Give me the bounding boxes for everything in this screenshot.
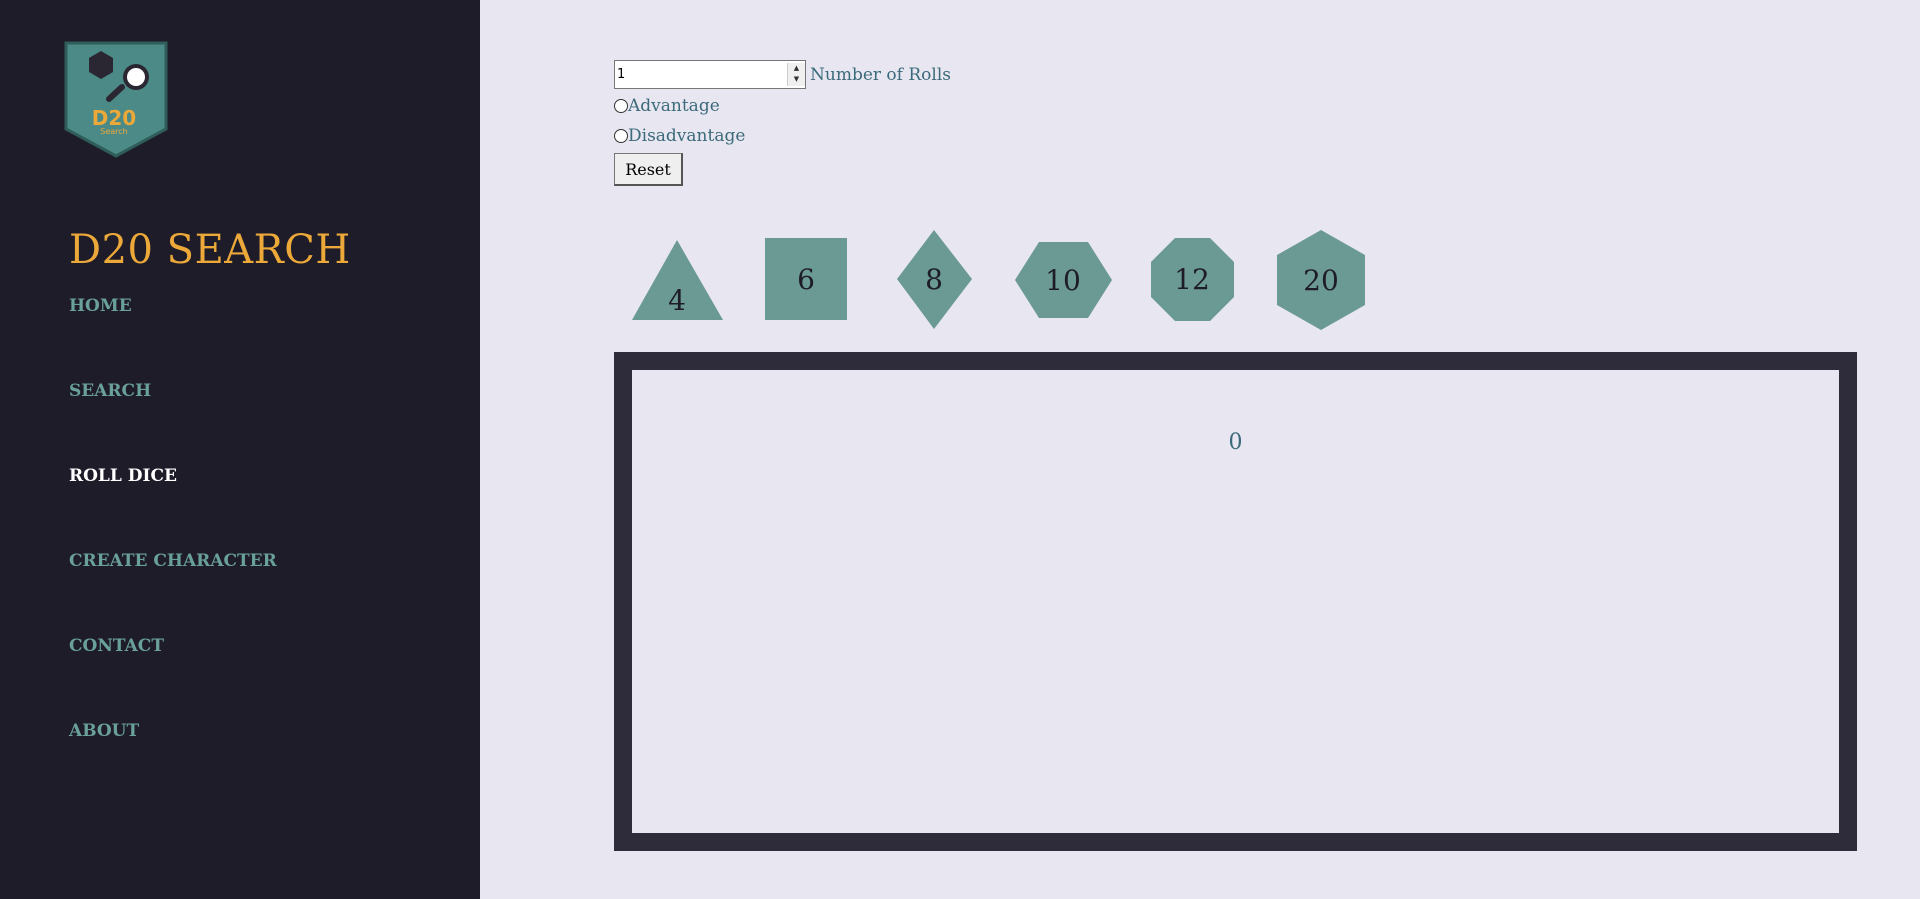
nav-item-home[interactable]: HOME <box>69 296 132 316</box>
disadvantage-label: Disadvantage <box>628 126 746 146</box>
d12-die-button[interactable]: 12 <box>1151 238 1234 321</box>
nav-item-create-character[interactable]: CREATE CHARACTER <box>69 551 277 571</box>
nav-item-about[interactable]: ABOUT <box>69 721 139 741</box>
d10-hexagon-icon: 10 <box>1015 242 1112 318</box>
d20-die-button[interactable]: 20 <box>1277 230 1365 330</box>
logo-subtext: Search <box>100 127 127 136</box>
advantage-label: Advantage <box>628 96 720 116</box>
d12-octagon-icon: 12 <box>1151 238 1234 321</box>
nav-item-search[interactable]: SEARCH <box>69 381 151 401</box>
disadvantage-option[interactable]: Disadvantage <box>614 126 745 146</box>
roll-result-panel: 0 <box>614 352 1857 851</box>
d12-label: 12 <box>1174 263 1210 296</box>
shield-logo-icon: D20 Search <box>64 41 168 158</box>
d6-die-button[interactable]: 6 <box>765 238 847 320</box>
spin-up-icon[interactable]: ▲ <box>788 63 805 74</box>
d20-hexagon-icon: 20 <box>1277 230 1365 330</box>
brand-title: D20 SEARCH <box>69 227 351 273</box>
d8-label: 8 <box>925 263 943 296</box>
advantage-radio[interactable] <box>614 99 628 113</box>
d4-label: 4 <box>668 284 686 317</box>
spin-down-icon[interactable]: ▼ <box>788 74 805 85</box>
advantage-option[interactable]: Advantage <box>614 96 720 116</box>
disadvantage-radio[interactable] <box>614 129 628 143</box>
d20-search-logo[interactable]: D20 Search <box>64 41 168 158</box>
d8-diamond-icon: 8 <box>897 230 972 329</box>
sidebar: D20 Search D20 SEARCH HOME SEARCH ROLL D… <box>0 0 480 899</box>
nav-item-roll-dice[interactable]: ROLL DICE <box>69 466 177 486</box>
d20-label: 20 <box>1303 264 1339 297</box>
number-of-rolls-label: Number of Rolls <box>810 64 951 85</box>
d6-square-icon: 6 <box>765 238 847 320</box>
nav-item-contact[interactable]: CONTACT <box>69 636 164 656</box>
d8-die-button[interactable]: 8 <box>897 230 972 329</box>
d10-die-button[interactable]: 10 <box>1015 242 1112 318</box>
number-of-rolls-row: ▲ ▼ Number of Rolls <box>614 60 951 89</box>
d4-triangle-icon: 4 <box>632 240 723 320</box>
d6-label: 6 <box>797 263 815 296</box>
d10-label: 10 <box>1045 264 1081 297</box>
roll-result-value: 0 <box>1228 430 1243 455</box>
rolls-input-wrapper: ▲ ▼ <box>614 60 806 89</box>
spin-buttons[interactable]: ▲ ▼ <box>787 63 805 86</box>
number-of-rolls-input[interactable] <box>614 60 806 89</box>
reset-button[interactable]: Reset <box>614 153 683 186</box>
d4-die-button[interactable]: 4 <box>632 240 723 320</box>
